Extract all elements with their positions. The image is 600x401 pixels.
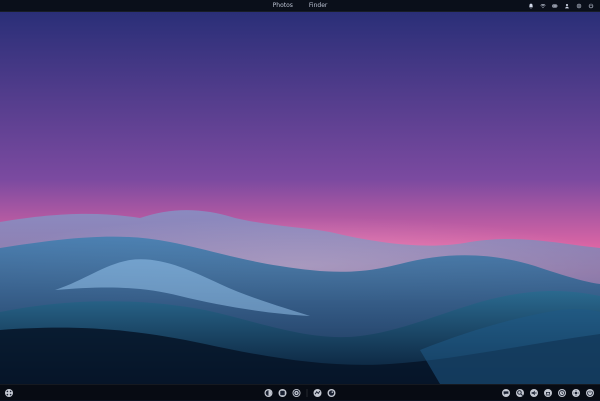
network-icon-glyph bbox=[545, 391, 551, 396]
apps-icon[interactable] bbox=[5, 389, 13, 397]
app-icon-3-glyph bbox=[293, 389, 300, 397]
apps-icon-glyph bbox=[6, 390, 12, 396]
settings-icon-glyph bbox=[573, 390, 579, 396]
bell-icon[interactable] bbox=[528, 3, 534, 9]
battery-icon[interactable] bbox=[552, 3, 558, 9]
taskbar bbox=[0, 384, 600, 400]
top-bar-status bbox=[528, 0, 594, 12]
battery-icon-glyph bbox=[552, 4, 558, 8]
wallpaper-art bbox=[0, 12, 600, 384]
wifi-icon-glyph bbox=[540, 4, 546, 9]
app-icon-1-glyph bbox=[265, 390, 272, 396]
search-icon[interactable] bbox=[516, 389, 524, 397]
power-icon-glyph bbox=[588, 3, 594, 9]
wifi-icon[interactable] bbox=[540, 3, 546, 9]
top-item-0[interactable]: Photos bbox=[270, 0, 296, 12]
app-icon-4-glyph bbox=[314, 390, 321, 395]
top-item-1[interactable]: Finder bbox=[306, 0, 330, 12]
power-icon[interactable] bbox=[586, 389, 594, 397]
power-icon-glyph-dock bbox=[587, 390, 593, 396]
taskbar-separator bbox=[306, 389, 308, 397]
app-icon-2[interactable] bbox=[278, 389, 287, 397]
top-bar: Photos Finder bbox=[0, 0, 600, 12]
bell-icon-glyph bbox=[528, 3, 534, 9]
top-bar-center: Photos Finder bbox=[270, 0, 331, 12]
user-icon[interactable] bbox=[564, 3, 570, 9]
volume-icon[interactable] bbox=[530, 389, 538, 397]
chat-icon[interactable] bbox=[502, 389, 510, 397]
app-icon-4[interactable] bbox=[313, 389, 322, 397]
gear-icon[interactable] bbox=[576, 3, 582, 9]
settings-icon[interactable] bbox=[572, 389, 580, 397]
app-icon-5-glyph bbox=[328, 390, 335, 396]
gear-icon-glyph bbox=[576, 3, 582, 9]
network-icon[interactable] bbox=[544, 389, 552, 397]
search-icon-glyph bbox=[517, 390, 523, 396]
clock-icon[interactable] bbox=[558, 389, 566, 397]
clock-icon-glyph bbox=[559, 390, 565, 396]
taskbar-center bbox=[264, 385, 336, 401]
desktop-wallpaper bbox=[0, 12, 600, 384]
volume-icon-glyph bbox=[531, 390, 537, 396]
taskbar-left bbox=[5, 385, 13, 401]
app-icon-1[interactable] bbox=[264, 389, 273, 397]
user-icon-glyph bbox=[565, 3, 569, 9]
power-icon[interactable] bbox=[588, 3, 594, 9]
app-icon-2-glyph bbox=[280, 390, 285, 396]
app-icon-3[interactable] bbox=[292, 389, 301, 397]
chat-icon-glyph bbox=[503, 391, 509, 395]
taskbar-right bbox=[502, 385, 594, 401]
app-icon-5[interactable] bbox=[327, 389, 336, 397]
